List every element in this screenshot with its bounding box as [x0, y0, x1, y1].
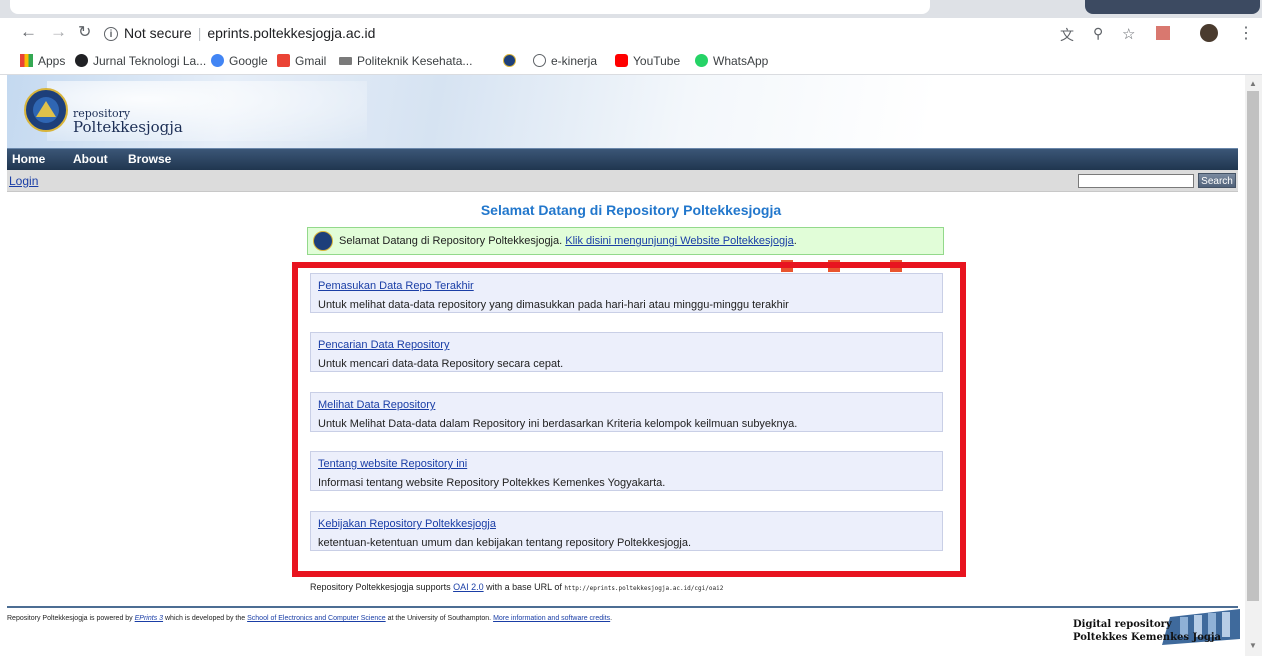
scroll-thumb[interactable]	[1247, 91, 1259, 601]
bookmark-label: Gmail	[295, 54, 327, 68]
bookmark-whatsapp[interactable]: WhatsApp	[695, 54, 768, 68]
address-bar[interactable]: i Not secure | eprints.poltekkesjogja.ac.id	[104, 22, 1004, 44]
globe-icon	[533, 54, 546, 67]
welcome-period: .	[793, 235, 797, 247]
oai-link[interactable]: OAI 2.0	[453, 582, 484, 592]
google-icon	[211, 54, 224, 67]
bookmark-youtube[interactable]: YouTube	[615, 54, 680, 68]
footer-text: .	[610, 615, 613, 622]
gmail-icon	[277, 54, 290, 67]
login-bar: Login Search	[7, 170, 1238, 192]
bookmark-gmail[interactable]: Gmail	[277, 54, 326, 68]
apps-grid-icon	[20, 54, 33, 67]
browser-tabstrip	[0, 0, 1262, 18]
welcome-website-link[interactable]: Klik disini mengunjungi Website Poltekke…	[565, 235, 793, 247]
poltekkes-small-logo-icon	[313, 231, 333, 251]
oai-info: Repository Poltekkesjogja supports OAI 2…	[310, 582, 723, 592]
browser-active-tab[interactable]	[10, 0, 930, 14]
ecs-link[interactable]: School of Electronics and Computer Scien…	[247, 615, 386, 622]
footer-text: which is developed by the	[165, 615, 246, 622]
bookmark-jurnal[interactable]: Jurnal Teknologi La...	[75, 54, 206, 68]
scroll-up-icon[interactable]: ▲	[1249, 79, 1257, 88]
poltekkes-logo-icon[interactable]	[24, 88, 68, 132]
highlight-frame	[292, 262, 966, 577]
bookmark-ekinerja[interactable]: e-kinerja	[533, 54, 597, 68]
bookmark-label: Apps	[38, 54, 66, 68]
poltekkes-bookmark-icon	[503, 54, 516, 67]
footer-divider	[7, 606, 1238, 608]
footer-text: Repository Poltekkesjogja is powered by	[7, 615, 133, 622]
bookmark-label: Google	[229, 54, 268, 68]
translate-icon[interactable]: 文	[1060, 25, 1074, 45]
page-title: Selamat Datang di Repository Poltekkesjo…	[480, 202, 782, 218]
menu-dots-icon[interactable]: ⋮	[1238, 23, 1254, 43]
poltekkes-label: Poltekkes Kemenkes Jogja	[1073, 632, 1221, 643]
footer-credits: Repository Poltekkesjogja is powered by …	[7, 615, 612, 622]
oai-text-2: with a base URL of	[486, 582, 562, 592]
bookmark-star-icon[interactable]: ☆	[1122, 25, 1135, 43]
site-banner: repository Poltekkesjogja	[7, 75, 1238, 148]
welcome-box: Selamat Datang di Repository Poltekkesjo…	[307, 227, 944, 255]
forward-icon[interactable]: →	[50, 22, 67, 42]
welcome-text: Selamat Datang di Repository Poltekkesjo…	[339, 235, 797, 247]
info-icon[interactable]: i	[104, 27, 118, 42]
logo-emblem	[36, 101, 56, 117]
bookmark-label: e-kinerja	[551, 54, 598, 68]
bookmark-label: Politeknik Kesehata...	[357, 54, 473, 68]
jurnal-icon	[75, 54, 88, 67]
page-viewport: repository Poltekkesjogja Home About Bro…	[0, 75, 1245, 656]
search-button[interactable]: Search	[1198, 173, 1236, 188]
url-text: eprints.poltekkesjogja.ac.id	[207, 25, 376, 41]
menu-about[interactable]: About	[73, 152, 108, 166]
menu-home[interactable]: Home	[12, 152, 45, 166]
bookmark-label: WhatsApp	[713, 54, 769, 68]
back-icon[interactable]: ←	[20, 22, 37, 42]
not-secure-label: Not secure	[124, 25, 192, 41]
page-scrollbar[interactable]: ▲ ▼	[1245, 75, 1262, 656]
oai-text: Repository Poltekkesjogja supports	[310, 582, 451, 592]
browser-profile-tab[interactable]	[1085, 0, 1260, 14]
bookmark-label: YouTube	[633, 54, 681, 68]
site-name-big: Poltekkesjogja	[73, 118, 183, 136]
whatsapp-icon	[695, 54, 708, 67]
scroll-down-icon[interactable]: ▼	[1249, 641, 1257, 650]
eprints-link[interactable]: EPrints 3	[135, 615, 163, 622]
bookmark-apps[interactable]: Apps	[20, 54, 65, 68]
menu-browse[interactable]: Browse	[128, 152, 171, 166]
bookmark-google[interactable]: Google	[211, 54, 268, 68]
youtube-icon	[615, 54, 628, 67]
welcome-message: Selamat Datang di Repository Poltekkesjo…	[339, 235, 563, 247]
search-input[interactable]	[1078, 174, 1194, 188]
oai-url: http://eprints.poltekkesjogja.ac.id/cgi/…	[564, 585, 724, 592]
politeknik-icon	[339, 57, 352, 65]
credits-link[interactable]: More information and software credits	[493, 615, 610, 622]
bookmark-poltekkes-logo[interactable]	[503, 54, 521, 68]
digital-repository-label: Digital repository	[1073, 619, 1172, 630]
pdf-extension-icon[interactable]	[1156, 26, 1170, 40]
url-separator: |	[197, 25, 202, 41]
footer-text: at the University of Southampton.	[387, 615, 492, 622]
login-link[interactable]: Login	[9, 174, 38, 188]
main-menu: Home About Browse	[7, 148, 1238, 170]
bookmark-label: Jurnal Teknologi La...	[93, 54, 207, 68]
reload-icon[interactable]: ↻	[78, 22, 91, 42]
bookmark-politeknik[interactable]: Politeknik Kesehata...	[339, 54, 472, 68]
zoom-icon[interactable]: ⚲	[1093, 25, 1103, 42]
profile-avatar-icon[interactable]	[1200, 24, 1218, 42]
